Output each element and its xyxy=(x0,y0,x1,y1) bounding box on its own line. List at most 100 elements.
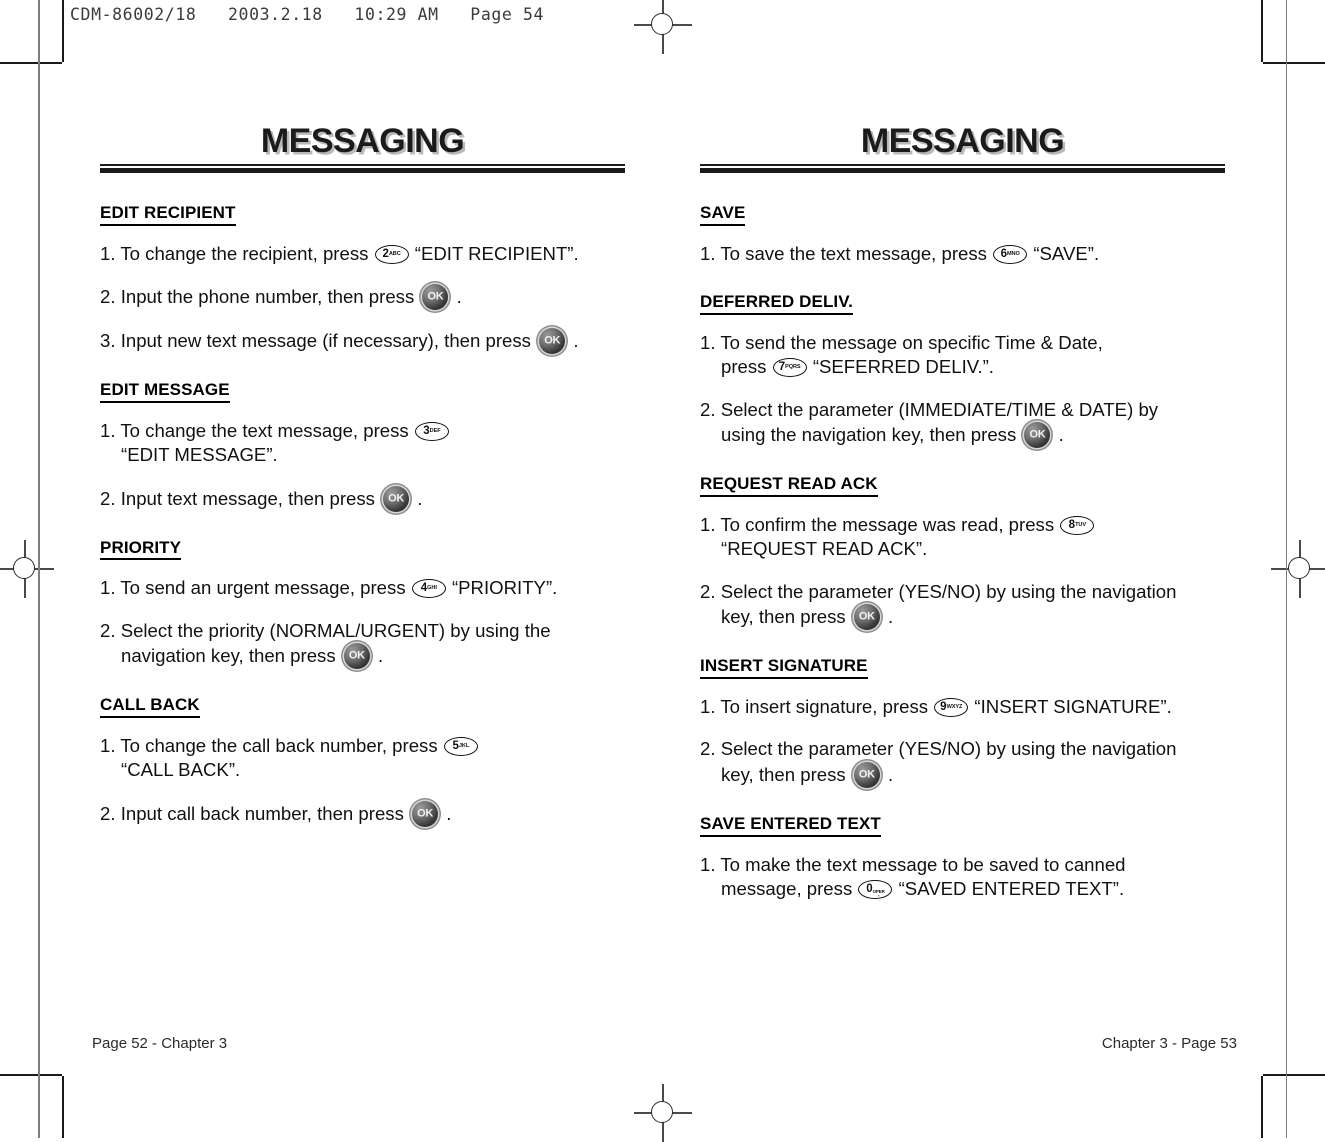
step-continuation-line: press 7PQRS “SEFERRED DELIV.”. xyxy=(700,355,1225,380)
footer-right: Chapter 3 - Page 53 xyxy=(1101,1035,1237,1052)
section-steps: 1. To confirm the message was read, pres… xyxy=(700,513,1225,631)
instruction-step: 1. To insert signature, press 9WXYZ “INS… xyxy=(700,695,1225,720)
step-text: press xyxy=(721,356,772,378)
ok-key-label: OK xyxy=(858,768,875,781)
keypad-key-7-icon: 7PQRS xyxy=(772,358,807,378)
step-text: . xyxy=(573,330,579,352)
trim-line-right xyxy=(1285,0,1287,1138)
step-text: . xyxy=(456,286,462,308)
section-steps: 1. To change the call back number, press… xyxy=(100,734,625,827)
step-text: Select the parameter (YES/NO) by using t… xyxy=(720,580,1177,602)
step-text: Input text message, then press xyxy=(120,487,381,509)
section-heading: INSERT SIGNATURE xyxy=(700,656,868,679)
section-steps: 1. To send the message on specific Time … xyxy=(700,331,1225,449)
step-number: 2. xyxy=(100,286,121,308)
section-heading: DEFERRED DELIV. xyxy=(700,292,853,315)
key-letters: TUV xyxy=(1075,521,1086,528)
keypad-key-6-icon: 6MNO xyxy=(993,244,1028,264)
crop-mark-top-left-horizontal xyxy=(0,62,62,64)
section-steps: 1. To change the text message, press 3DE… xyxy=(100,419,625,512)
step-text: key, then press xyxy=(721,763,851,785)
step-text: Input the phone number, then press xyxy=(120,286,420,308)
step-text: navigation key, then press xyxy=(121,645,341,667)
step-text: “PRIORITY”. xyxy=(451,577,558,599)
step-number: 1. xyxy=(700,331,721,353)
key-letters: GHI xyxy=(427,585,437,592)
step-number: 1. xyxy=(700,242,721,264)
step-text: Select the parameter (YES/NO) by using t… xyxy=(720,738,1177,760)
section-heading: REQUEST READ ACK xyxy=(700,474,878,497)
step-text: . xyxy=(1058,424,1064,446)
step-text: To insert signature, press xyxy=(720,695,934,717)
crop-mark-top-right-vertical xyxy=(1261,0,1263,62)
instruction-step: 1. To make the text message to be saved … xyxy=(700,853,1225,902)
key-letters: ABC xyxy=(388,250,401,257)
sections-container-left: EDIT RECIPIENT 1. To change the recipient… xyxy=(100,203,625,827)
section-heading: PRIORITY xyxy=(100,538,182,561)
step-continuation-line: “REQUEST READ ACK”. xyxy=(700,537,1225,562)
step-text: “SAVED ENTERED TEXT”. xyxy=(898,878,1125,900)
section: DEFERRED DELIV. 1. To send the message on… xyxy=(700,292,1225,449)
step-text: Input new text message (if necessary), t… xyxy=(120,330,537,352)
step-text: . xyxy=(446,802,452,824)
ok-key-label: OK xyxy=(1029,428,1046,441)
instruction-step: 2. Select the parameter (YES/NO) by usin… xyxy=(700,580,1225,631)
step-number: 1. xyxy=(100,734,121,756)
section-steps: 1. To change the recipient, press 2ABC “… xyxy=(100,242,625,355)
step-text: “EDIT MESSAGE”. xyxy=(121,444,278,466)
instruction-step: 1. To send the message on specific Time … xyxy=(700,331,1225,380)
instruction-step: 1. To change the call back number, press… xyxy=(100,734,625,783)
step-text: key, then press xyxy=(721,606,851,628)
registration-ring xyxy=(13,557,35,579)
step-text: To send an urgent message, press xyxy=(120,577,411,599)
step-continuation-line: key, then press OK . xyxy=(700,761,1225,788)
step-number: 1. xyxy=(100,419,121,441)
key-letters: OPER ° xyxy=(872,889,885,899)
section: EDIT RECIPIENT 1. To change the recipient… xyxy=(100,203,625,355)
step-text: To change the call back number, press xyxy=(120,734,443,756)
trim-line-left xyxy=(38,0,40,1138)
step-continuation-line: key, then press OK . xyxy=(700,604,1225,631)
registration-mark-right-middle xyxy=(1271,540,1325,598)
key-letters: DEF xyxy=(429,427,441,434)
step-text: . xyxy=(377,645,384,667)
step-number: 2. xyxy=(700,580,721,602)
instruction-step: 2. Input call back number, then press OK… xyxy=(100,800,625,827)
sections-container-right: SAVE 1. To save the text message, press 6… xyxy=(700,203,1225,902)
ok-key-icon: OK xyxy=(383,485,410,512)
ok-key-icon: OK xyxy=(1024,422,1051,449)
registration-ring xyxy=(651,1101,673,1123)
step-text: To change the recipient, press xyxy=(120,242,374,264)
step-text: “EDIT RECIPIENT”. xyxy=(414,242,579,264)
step-text: To change the text message, press xyxy=(120,419,414,441)
step-text: “REQUEST READ ACK”. xyxy=(721,538,928,560)
step-text: Select the priority (NORMAL/URGENT) by u… xyxy=(120,619,551,641)
instruction-step: 3. Input new text message (if necessary)… xyxy=(100,328,625,355)
page-title-right: MESSAGING xyxy=(860,122,1065,160)
section-heading: CALL BACK xyxy=(100,695,200,718)
step-text: To make the text message to be saved to … xyxy=(720,853,1126,875)
title-rule-right xyxy=(700,164,1225,173)
step-number: 2. xyxy=(100,487,121,509)
title-rule-left xyxy=(100,164,625,173)
section: CALL BACK 1. To change the call back numb… xyxy=(100,695,625,827)
section: PRIORITY 1. To send an urgent message, pr… xyxy=(100,538,625,670)
crop-mark-bottom-left-vertical xyxy=(62,1076,64,1138)
step-continuation-line: using the navigation key, then press OK … xyxy=(700,422,1225,449)
step-number: 1. xyxy=(100,242,121,264)
instruction-step: 2. Input text message, then press OK . xyxy=(100,485,625,512)
section: SAVE ENTERED TEXT 1. To make the text mes… xyxy=(700,814,1225,902)
ok-key-icon: OK xyxy=(343,643,370,670)
step-continuation-line: navigation key, then press OK . xyxy=(100,643,625,670)
instruction-step: 2. Select the priority (NORMAL/URGENT) b… xyxy=(100,619,625,670)
ok-key-icon: OK xyxy=(412,800,439,827)
step-number: 2. xyxy=(700,738,721,760)
ok-key-label: OK xyxy=(427,290,444,303)
step-text: Select the parameter (IMMEDIATE/TIME & D… xyxy=(720,398,1159,420)
step-text: “SAVE”. xyxy=(1033,242,1100,264)
section-heading: EDIT RECIPIENT xyxy=(100,203,236,226)
ok-key-icon: OK xyxy=(853,604,880,631)
crop-mark-bottom-right-vertical xyxy=(1261,1076,1263,1138)
step-number: 3. xyxy=(100,330,121,352)
ok-key-icon: OK xyxy=(422,284,449,311)
